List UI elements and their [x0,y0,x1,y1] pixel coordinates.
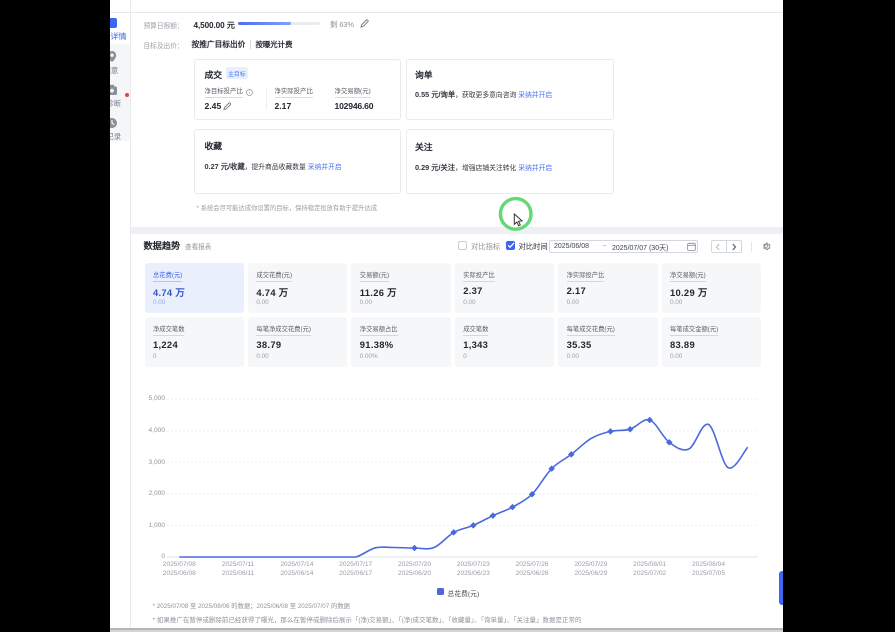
svg-text:i: i [248,90,249,96]
